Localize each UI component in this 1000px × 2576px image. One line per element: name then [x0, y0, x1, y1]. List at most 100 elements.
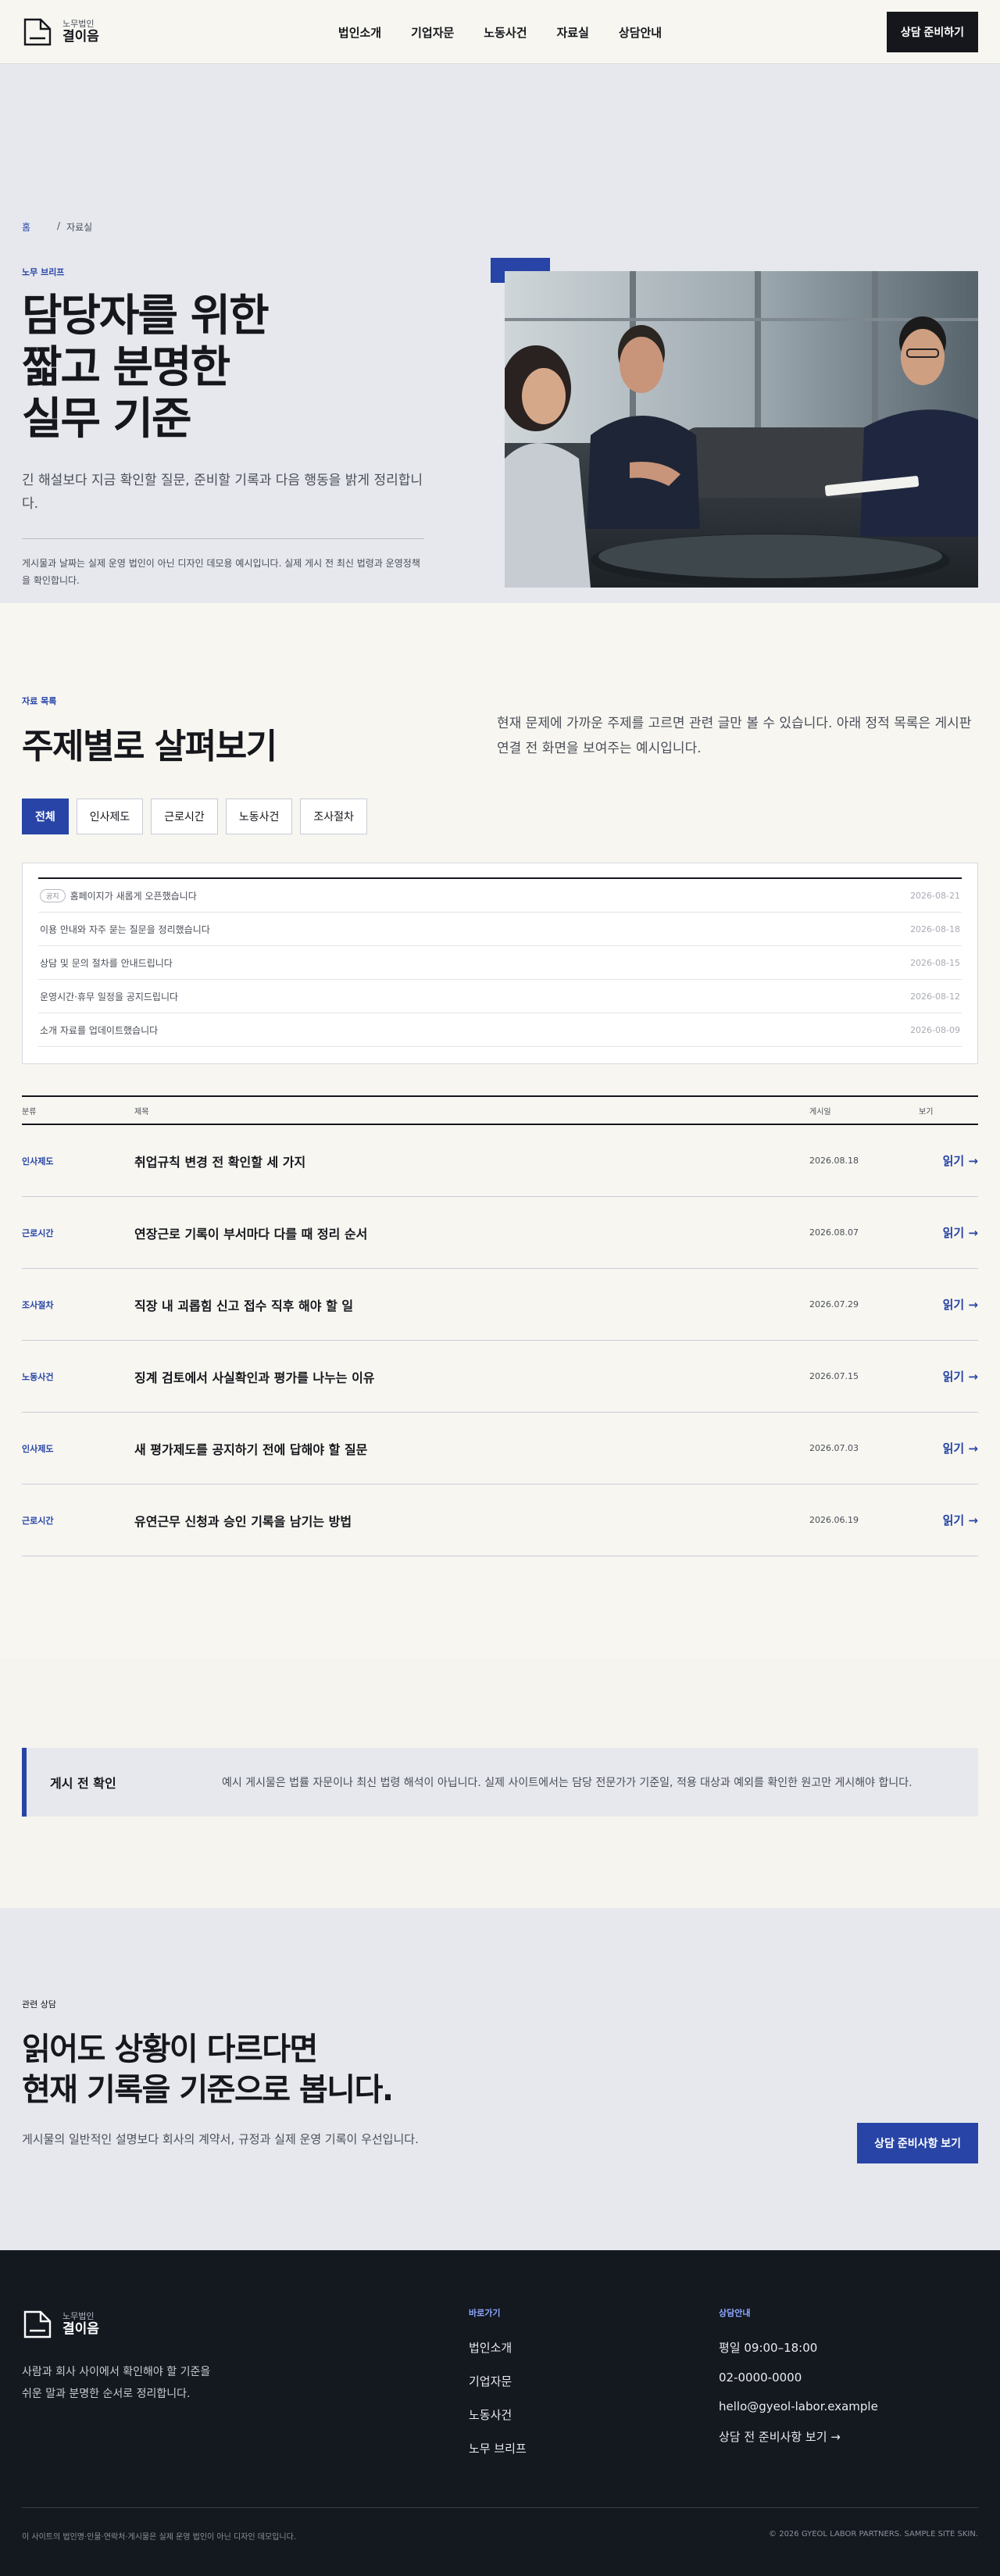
nav-item-consult[interactable]: 상담안내 [619, 24, 662, 41]
brand-logo[interactable]: 노무법인 결이음 [22, 16, 99, 48]
table-row[interactable]: 노동사건 징계 검토에서 사실확인과 평가를 나누는 이유 2026.07.15… [22, 1341, 978, 1413]
table-row[interactable]: 조사절차 직장 내 괴롭힘 신고 접수 직후 해야 할 일 2026.07.29… [22, 1269, 978, 1341]
header-view: 보기 [919, 1107, 934, 1117]
post-title[interactable]: 연장근로 기록이 부서마다 다를 때 정리 순서 [134, 1224, 809, 1242]
read-link[interactable]: 읽기 → [919, 1440, 978, 1456]
prepare-consult-button[interactable]: 상담 준비하기 [886, 12, 978, 52]
footer-contact: 상담안내 평일 09:00–18:00 02-0000-0000 hello@g… [719, 2306, 878, 2460]
footer-phone[interactable]: 02-0000-0000 [719, 2371, 878, 2385]
topics-desc: 현재 문제에 가까운 주제를 고르면 관련 글만 볼 수 있습니다. 아래 정적… [497, 716, 972, 756]
notice-date: 2026-08-12 [910, 991, 960, 1002]
notice-date: 2026-08-21 [910, 890, 960, 901]
post-title[interactable]: 직장 내 괴롭힘 신고 접수 직후 해야 할 일 [134, 1295, 809, 1314]
post-date: 2026.08.18 [809, 1156, 859, 1166]
post-date: 2026.07.29 [809, 1299, 859, 1309]
post-category: 조사절차 [22, 1299, 54, 1310]
footer-email[interactable]: hello@gyeol-labor.example [719, 2399, 878, 2413]
read-link[interactable]: 읽기 → [919, 1368, 978, 1384]
prepost-text: 예시 게시물은 법률 자문이나 최신 법령 해석이 아닙니다. 실제 사이트에서… [222, 1777, 912, 1789]
post-title[interactable]: 취업규칙 변경 전 확인할 세 가지 [134, 1152, 809, 1170]
footer-logo[interactable]: 노무법인 결이음 [22, 2309, 99, 2340]
post-title[interactable]: 징계 검토에서 사실확인과 평가를 나누는 이유 [134, 1367, 809, 1386]
post-date: 2026.07.03 [809, 1443, 859, 1453]
table-row[interactable]: 인사제도 취업규칙 변경 전 확인할 세 가지 2026.08.18 읽기 → [22, 1125, 978, 1197]
notice-item[interactable]: 이용 안내와 자주 묻는 질문을 정리했습니다 2026-08-18 [38, 913, 962, 946]
prepost-notice: 게시 전 확인 예시 게시물은 법률 자문이나 최신 법령 해석이 아닙니다. … [22, 1748, 978, 1817]
footer-hours: 평일 09:00–18:00 [719, 2341, 818, 2355]
table-row[interactable]: 근로시간 유연근무 신청과 승인 기록을 남기는 방법 2026.06.19 읽… [22, 1485, 978, 1556]
footer-divider [22, 2507, 978, 2508]
post-category: 인사제도 [22, 1443, 54, 1454]
footer-link-about[interactable]: 법인소개 [469, 2339, 527, 2356]
header-category: 분류 [22, 1107, 37, 1117]
nav-item-library[interactable]: 자료실 [557, 24, 589, 41]
notice-title: 이용 안내와 자주 묻는 질문을 정리했습니다 [40, 924, 210, 935]
footer-prep-link[interactable]: 상담 전 준비사항 보기 → [719, 2428, 878, 2445]
notice-title: 운영시간·휴무 일정을 공지드립니다 [40, 991, 179, 1002]
footer-link-advisory[interactable]: 기업자문 [469, 2373, 527, 2389]
post-date: 2026.08.07 [809, 1227, 859, 1238]
breadcrumb: 홈 / 자료실 [22, 220, 92, 234]
header-date: 게시일 [809, 1107, 831, 1117]
hero-eyebrow: 노무 브리프 [22, 267, 65, 277]
prepost-section: 게시 전 확인 예시 게시물은 법률 자문이나 최신 법령 해석이 아닙니다. … [0, 1658, 1000, 1908]
footer-link-brief[interactable]: 노무 브리프 [469, 2440, 527, 2456]
notice-title: 상담 및 문의 절차를 안내드립니다 [40, 957, 173, 969]
breadcrumb-separator: / [57, 220, 61, 231]
post-title[interactable]: 유연근무 신청과 승인 기록을 남기는 방법 [134, 1511, 809, 1530]
breadcrumb-current: 자료실 [66, 222, 93, 233]
consult-title: 읽어도 상황이 다르다면 현재 기록을 기준으로 봅니다. [22, 2031, 394, 2108]
footer-copyright: © 2026 GYEOL LABOR PARTNERS. SAMPLE SITE… [769, 2530, 978, 2538]
hero-section: 홈 / 자료실 노무 브리프 담당자를 위한 짧고 분명한 실무 기준 긴 해설… [0, 64, 1000, 603]
post-date: 2026.06.19 [809, 1515, 859, 1525]
post-category: 인사제도 [22, 1156, 54, 1167]
footer-link-cases[interactable]: 노동사건 [469, 2406, 527, 2423]
post-category: 근로시간 [22, 1515, 54, 1526]
read-link[interactable]: 읽기 → [919, 1512, 978, 1528]
post-title[interactable]: 새 평가제도를 공지하기 전에 답해야 할 질문 [134, 1439, 809, 1458]
page-title: 담당자를 위한 짧고 분명한 실무 기준 [22, 291, 270, 445]
filter-working-hours[interactable]: 근로시간 [151, 799, 218, 834]
nav-item-advisory[interactable]: 기업자문 [411, 24, 454, 41]
notice-date: 2026-08-18 [910, 924, 960, 934]
notice-badge: 공지 [40, 888, 66, 902]
topics-section: 자료 목록 주제별로 살펴보기 현재 문제에 가까운 주제를 고르면 관련 글만… [0, 603, 1000, 1658]
filter-all[interactable]: 전체 [22, 799, 69, 834]
notice-board: 공지 홈페이지가 새롭게 오픈했습니다 2026-08-21 이용 안내와 자주 … [22, 863, 978, 1064]
read-link[interactable]: 읽기 → [919, 1224, 978, 1241]
notice-date: 2026-08-09 [910, 1024, 960, 1035]
notice-title: 홈페이지가 새롭게 오픈했습니다 [70, 890, 197, 902]
filter-hr-system[interactable]: 인사제도 [76, 799, 144, 834]
footer-info-title: 상담안내 [719, 2308, 751, 2318]
brand-name: 결이음 [62, 2321, 99, 2337]
filter-labor-cases[interactable]: 노동사건 [225, 799, 293, 834]
read-link[interactable]: 읽기 → [919, 1152, 978, 1169]
notice-title: 소개 자료를 업데이트했습니다 [40, 1024, 159, 1036]
hero-lead: 긴 해설보다 지금 확인할 질문, 준비할 기록과 다음 행동을 밝게 정리합니… [22, 473, 423, 512]
post-category: 노동사건 [22, 1371, 54, 1382]
post-date: 2026.07.15 [809, 1371, 859, 1381]
topics-eyebrow: 자료 목록 [22, 696, 57, 706]
nav-item-cases[interactable]: 노동사건 [484, 24, 527, 41]
post-category: 근로시간 [22, 1227, 54, 1238]
notice-item[interactable]: 운영시간·휴무 일정을 공지드립니다 2026-08-12 [38, 980, 962, 1013]
footer-links: 바로가기 법인소개 기업자문 노동사건 노무 브리프 [469, 2306, 527, 2474]
brand-name: 결이음 [62, 28, 99, 45]
notice-item[interactable]: 상담 및 문의 절차를 안내드립니다 2026-08-15 [38, 946, 962, 980]
table-row[interactable]: 근로시간 연장근로 기록이 부서마다 다를 때 정리 순서 2026.08.07… [22, 1197, 978, 1269]
read-link[interactable]: 읽기 → [919, 1296, 978, 1313]
hero-note: 게시물과 날짜는 실제 운영 법인이 아닌 디자인 데모용 예시입니다. 실제 … [22, 558, 420, 586]
site-footer: 노무법인 결이음 사람과 회사 사이에서 확인해야 할 기준을 쉬운 말과 분명… [0, 2250, 1000, 2576]
document-icon [22, 16, 53, 48]
nav-item-about[interactable]: 법인소개 [338, 24, 381, 41]
notice-item[interactable]: 소개 자료를 업데이트했습니다 2026-08-09 [38, 1013, 962, 1047]
consult-prep-button[interactable]: 상담 준비사항 보기 [857, 2123, 978, 2163]
filter-investigation[interactable]: 조사절차 [300, 799, 367, 834]
breadcrumb-home[interactable]: 홈 [22, 220, 30, 234]
document-icon [22, 2309, 53, 2340]
brand-sub: 노무법인 [62, 18, 95, 29]
header-title: 제목 [134, 1107, 149, 1117]
table-row[interactable]: 인사제도 새 평가제도를 공지하기 전에 답해야 할 질문 2026.07.03… [22, 1413, 978, 1485]
consult-eyebrow: 관련 상담 [22, 1999, 56, 2010]
notice-item[interactable]: 공지 홈페이지가 새롭게 오픈했습니다 2026-08-21 [38, 879, 962, 913]
